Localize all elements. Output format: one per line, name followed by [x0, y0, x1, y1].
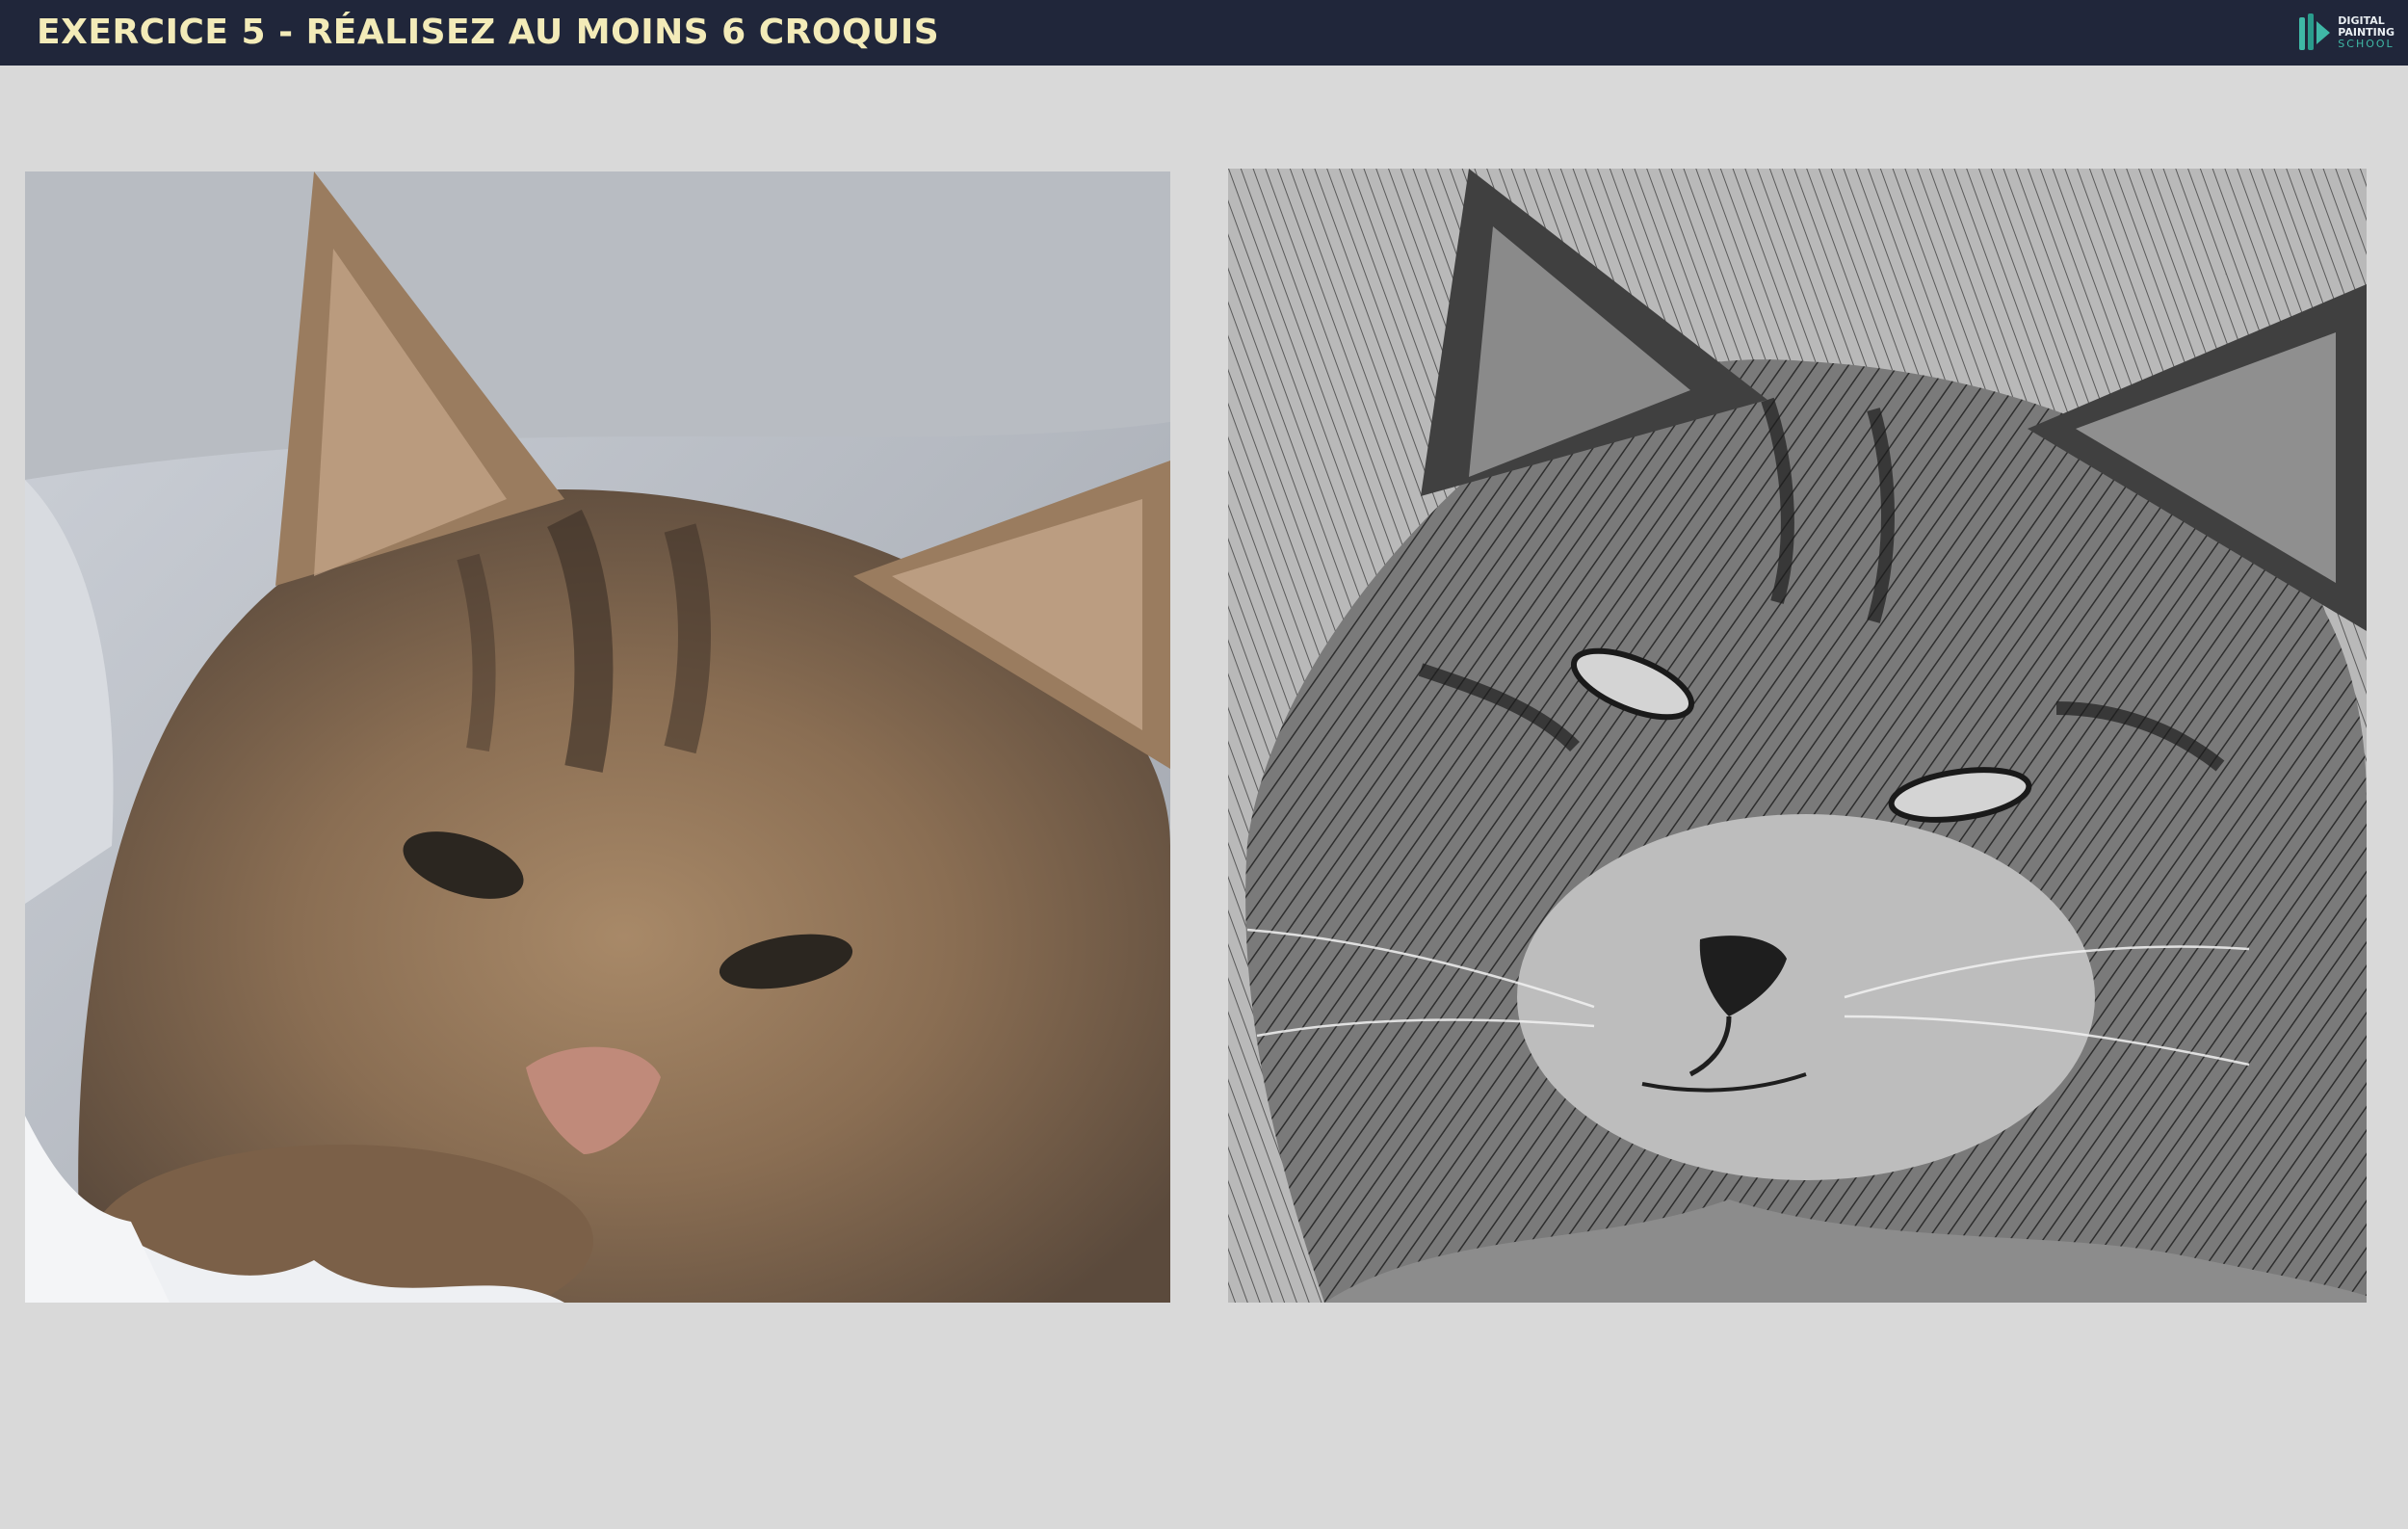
logo-line-3: SCHOOL: [2338, 38, 2395, 50]
digital-painting-school-logo: DIGITAL PAINTING SCHOOL: [2297, 10, 2395, 56]
kitten-photo-icon: [25, 171, 1170, 1303]
page-title: EXERCICE 5 - RÉALISEZ AU MOINS 6 CROQUIS: [37, 13, 940, 52]
logo-wordmark: DIGITAL PAINTING SCHOOL: [2338, 15, 2395, 50]
kitten-sketch-icon: [1228, 169, 2367, 1303]
header-bar: EXERCICE 5 - RÉALISEZ AU MOINS 6 CROQUIS…: [0, 0, 2408, 66]
sketch-panel: [1228, 169, 2367, 1303]
logo-icon: [2299, 13, 2331, 50]
reference-photo-panel: [25, 171, 1170, 1303]
